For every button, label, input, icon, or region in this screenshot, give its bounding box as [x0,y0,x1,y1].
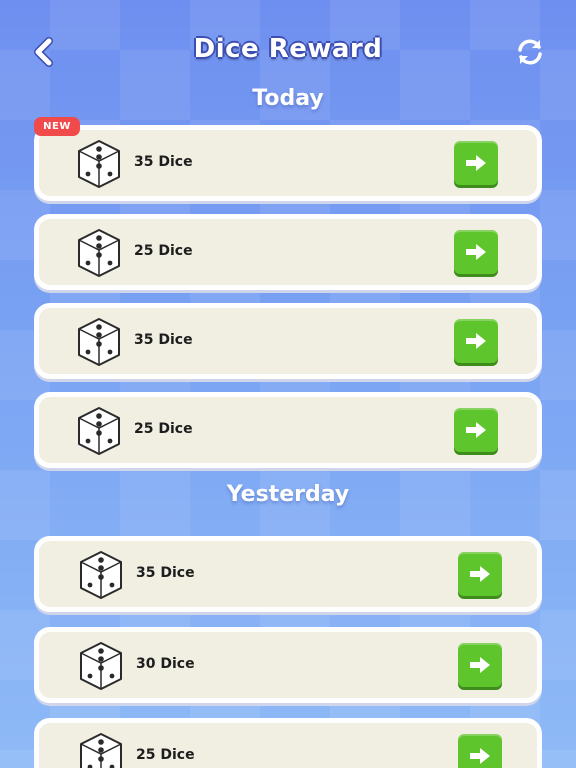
refresh-button[interactable] [512,34,548,70]
claim-button[interactable] [454,141,498,185]
dice-icon [80,733,122,768]
refresh-icon [518,39,542,65]
arrow-right-icon [466,422,486,438]
arrow-right-icon [466,333,486,349]
claim-button[interactable] [458,734,502,768]
reward-amount: 35 Dice [134,154,193,170]
claim-button[interactable] [458,643,502,687]
dice-icon [78,229,120,277]
claim-button[interactable] [454,408,498,452]
reward-amount: 30 Dice [136,656,195,672]
reward-card[interactable]: 30 Dice [34,627,542,703]
reward-card[interactable]: 25 Dice [34,214,542,290]
page-title: Dice Reward [193,34,383,64]
arrow-right-icon [466,244,486,260]
arrow-right-icon [470,748,490,764]
reward-card[interactable]: 35 Dice [34,125,542,201]
reward-amount: 35 Dice [134,332,193,348]
section-label-today: Today [252,86,324,111]
dice-icon [78,407,120,455]
dice-icon [80,642,122,690]
arrow-right-icon [470,657,490,673]
reward-card[interactable]: 25 Dice [34,718,542,768]
section-label-yesterday: Yesterday [226,482,350,507]
claim-button[interactable] [458,552,502,596]
reward-card[interactable]: 25 Dice [34,392,542,468]
reward-amount: 35 Dice [136,565,195,581]
reward-card[interactable]: 35 Dice [34,303,542,379]
arrow-right-icon [466,155,486,171]
reward-amount: 25 Dice [134,421,193,437]
claim-button[interactable] [454,319,498,363]
reward-amount: 25 Dice [136,747,195,763]
dice-icon [78,140,120,188]
dice-icon [78,318,120,366]
reward-card[interactable]: 35 Dice [34,536,542,612]
reward-amount: 25 Dice [134,243,193,259]
claim-button[interactable] [454,230,498,274]
new-badge: NEW [34,117,80,136]
dice-icon [80,551,122,599]
arrow-right-icon [470,566,490,582]
header: Dice Reward [0,0,576,100]
